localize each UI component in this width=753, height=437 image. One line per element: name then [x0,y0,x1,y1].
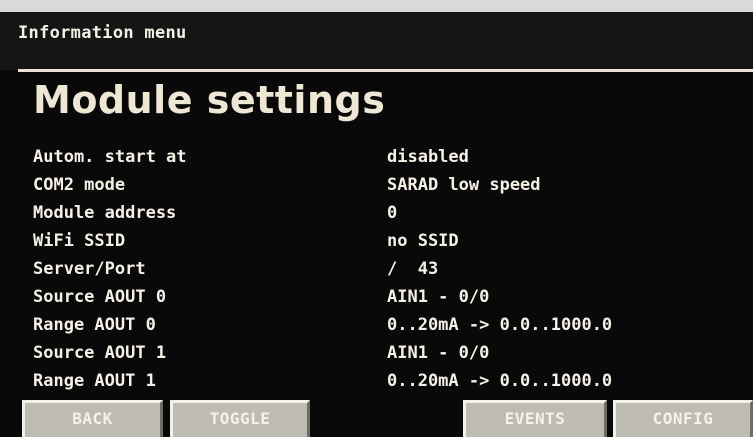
setting-label: Range AOUT 0 [33,315,156,335]
top-bezel-strip [0,0,753,12]
setting-row-range-aout-0: Range AOUT 0 0..20mA -> 0.0..1000.0 [33,311,733,339]
setting-row-source-aout-0: Source AOUT 0 AIN1 - 0/0 [33,283,733,311]
settings-list: Autom. start at disabled COM2 mode SARAD… [33,143,733,395]
events-button[interactable]: EVENTS [463,400,607,437]
setting-value: AIN1 - 0/0 [387,287,490,307]
setting-value: 0..20mA -> 0.0..1000.0 [387,371,613,391]
setting-row-server-port: Server/Port / 43 [33,255,733,283]
setting-label: Autom. start at [33,147,187,167]
setting-row-range-aout-1: Range AOUT 1 0..20mA -> 0.0..1000.0 [33,367,733,395]
setting-row-source-aout-1: Source AOUT 1 AIN1 - 0/0 [33,339,733,367]
setting-label: COM2 mode [33,175,126,195]
setting-value: no SSID [387,231,459,251]
device-screen: Information menu Module settings Autom. … [0,0,753,437]
header-title: Information menu [18,23,187,43]
setting-row-wifi-ssid: WiFi SSID no SSID [33,227,733,255]
setting-value: 0 [387,203,398,223]
setting-row-module-address: Module address 0 [33,199,733,227]
setting-label: Server/Port [33,259,146,279]
setting-label: Source AOUT 1 [33,343,167,363]
header-bar: Information menu [0,12,753,70]
setting-label: Module address [33,203,177,223]
header-divider [18,69,753,72]
config-button[interactable]: CONFIG [613,400,753,437]
setting-label: Range AOUT 1 [33,371,156,391]
setting-row-com2-mode: COM2 mode SARAD low speed [33,171,733,199]
setting-value: / 43 [387,259,439,279]
toggle-button[interactable]: TOGGLE [170,400,310,437]
setting-label: Source AOUT 0 [33,287,167,307]
setting-value: AIN1 - 0/0 [387,343,490,363]
setting-value: disabled [387,147,469,167]
setting-label: WiFi SSID [33,231,126,251]
setting-value: 0..20mA -> 0.0..1000.0 [387,315,613,335]
back-button[interactable]: BACK [22,400,163,437]
softkey-bar: BACK TOGGLE EVENTS CONFIG [0,400,753,437]
setting-row-autom-start: Autom. start at disabled [33,143,733,171]
page-title: Module settings [33,78,386,122]
setting-value: SARAD low speed [387,175,541,195]
